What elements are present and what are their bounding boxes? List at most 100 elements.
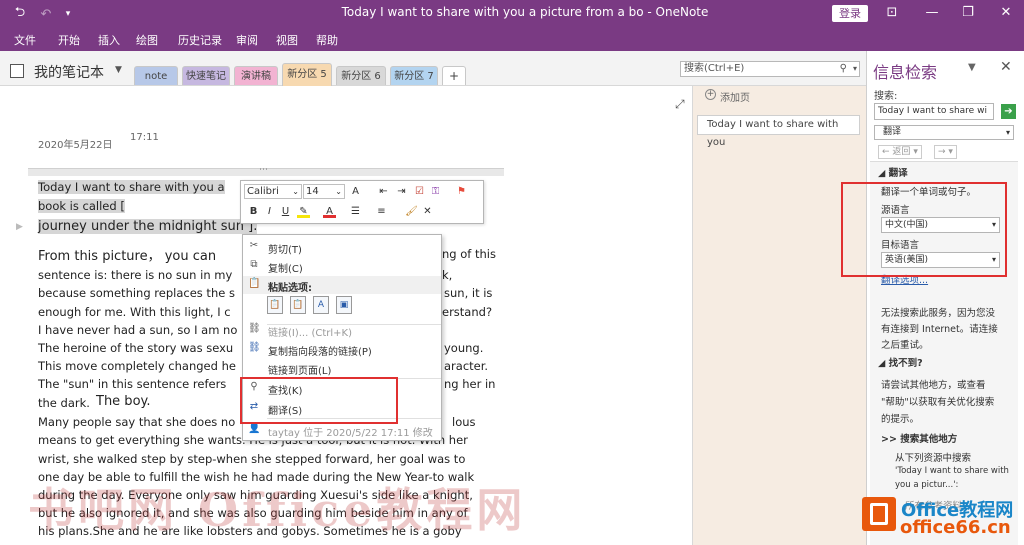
menu-history[interactable]: 历史记录 bbox=[178, 32, 222, 48]
search-icon[interactable]: ⚲ bbox=[840, 62, 847, 76]
notebook-icon[interactable] bbox=[10, 64, 24, 78]
search-other-places-link[interactable]: >> 搜索其他地方 bbox=[881, 431, 957, 445]
font-color-icon[interactable]: A bbox=[323, 205, 336, 218]
pane-options-icon[interactable]: ▼ bbox=[968, 62, 976, 73]
numbering-icon[interactable]: ≡ bbox=[375, 205, 388, 218]
menu-file[interactable]: 文件 bbox=[14, 32, 36, 48]
login-button[interactable]: 登录 bbox=[832, 5, 868, 22]
back-arrow-icon[interactable]: ⮌ bbox=[10, 4, 30, 24]
collapse-triangle-icon[interactable]: ◢ bbox=[878, 358, 885, 369]
research-service-select[interactable]: 翻译 ▾ bbox=[874, 125, 1014, 140]
text-line-tail[interactable]: aracter. bbox=[444, 359, 488, 373]
font-size-select[interactable]: 14 ⌄ bbox=[303, 184, 345, 199]
menu-item-copy[interactable]: ⧉ 复制(C) bbox=[243, 256, 441, 275]
section-tab-speech[interactable]: 演讲稿 bbox=[234, 66, 278, 85]
menu-item-label: 复制指向段落的链接(P) bbox=[268, 347, 372, 358]
paste-merge-format-icon[interactable]: 📋 bbox=[290, 296, 306, 314]
text-line[interactable]: The heroine of the story was sexu bbox=[38, 341, 233, 355]
research-go-icon[interactable]: ➔ bbox=[1001, 104, 1016, 119]
back-arrow-icon: ← bbox=[882, 147, 890, 157]
section-tab-quick-notes[interactable]: 快速笔记 bbox=[182, 66, 230, 85]
text-line[interactable]: sentence is: there is no sun in my bbox=[38, 268, 232, 282]
section-tab-new-7[interactable]: 新分区 7 bbox=[390, 66, 438, 85]
text-line[interactable]: I have never had a sun, so I am no bbox=[38, 323, 237, 337]
text-line[interactable]: Today I want to share with you a bbox=[38, 180, 225, 194]
clear-format-icon[interactable]: ✕ bbox=[421, 205, 434, 218]
notebook-name[interactable]: 我的笔记本 bbox=[34, 62, 104, 82]
close-window-icon[interactable]: ✕ bbox=[992, 3, 1020, 23]
increase-indent-icon[interactable]: ⇥ bbox=[395, 185, 408, 198]
menu-draw[interactable]: 绘图 bbox=[136, 32, 158, 48]
page-list-item[interactable]: Today I want to share with you bbox=[697, 115, 860, 148]
paragraph-marker-icon[interactable]: ▶ bbox=[16, 222, 24, 234]
close-icon[interactable]: ✕ bbox=[1000, 59, 1012, 75]
section-tab-new-5[interactable]: 新分区 5 bbox=[282, 63, 332, 86]
menu-view[interactable]: 视图 bbox=[276, 32, 298, 48]
menu-help[interactable]: 帮助 bbox=[316, 32, 338, 48]
font-name-select[interactable]: Calibri ⌄ bbox=[244, 184, 302, 199]
notebook-dropdown-icon[interactable]: ▼ bbox=[115, 65, 122, 75]
translate-section-title: ◢ 翻译 bbox=[878, 165, 908, 179]
italic-button[interactable]: I bbox=[263, 205, 276, 218]
text-line-tail[interactable]: erstand? bbox=[442, 305, 492, 319]
text-line-tail[interactable]: lous bbox=[452, 415, 476, 429]
menu-item-link-to-page[interactable]: 链接到页面(L) bbox=[243, 358, 441, 377]
bullets-icon[interactable]: ☰ bbox=[349, 205, 362, 218]
text-line-tail[interactable]: ng of this bbox=[442, 247, 496, 261]
text-line[interactable]: the dark. bbox=[38, 396, 90, 410]
text-line[interactable]: because something replaces the s bbox=[38, 286, 235, 300]
grow-font-icon[interactable]: A bbox=[349, 185, 362, 198]
paste-picture-icon[interactable]: ▣ bbox=[336, 296, 352, 314]
text-line[interactable]: From this picture， you can bbox=[38, 245, 216, 264]
quick-access-dropdown-icon[interactable]: ▾ bbox=[58, 4, 78, 24]
menu-item-link[interactable]: ⛓ 链接(I)... (Ctrl+K) bbox=[243, 320, 441, 339]
text-line[interactable]: wrist, she walked step by step-when she … bbox=[38, 452, 465, 466]
menu-review[interactable]: 审阅 bbox=[236, 32, 258, 48]
text-line[interactable]: The "sun" in this sentence refers bbox=[38, 377, 226, 391]
decrease-indent-icon[interactable]: ⇤ bbox=[377, 185, 390, 198]
text-line[interactable]: This move completely changed he bbox=[38, 359, 236, 373]
translate-section-label: 翻译 bbox=[888, 168, 908, 179]
section-tab-new-6[interactable]: 新分区 6 bbox=[336, 66, 386, 85]
paste-text-only-icon[interactable]: A bbox=[313, 296, 329, 314]
menu-item-cut[interactable]: ✂ 剪切(T) bbox=[243, 237, 441, 256]
error-line: 有连接到 Internet。请连接 bbox=[881, 324, 998, 335]
format-painter-icon[interactable]: 🖌 bbox=[405, 205, 418, 218]
add-page-button[interactable]: + 添加页 bbox=[697, 88, 862, 104]
text-line-tail[interactable]: young. bbox=[444, 341, 483, 355]
text-line-tail[interactable]: ng her in bbox=[444, 377, 495, 391]
menu-item-copy-paragraph-link[interactable]: ⛓ 复制指向段落的链接(P) bbox=[243, 339, 441, 358]
research-search-input[interactable]: Today I want to share wi bbox=[874, 103, 994, 120]
research-back-button[interactable]: ← 返回 ▾ bbox=[878, 145, 922, 159]
text-line[interactable]: Many people say that she does no bbox=[38, 415, 235, 429]
tags-icon[interactable]: ⚿ bbox=[429, 185, 442, 198]
highlight-icon[interactable]: ✎ bbox=[297, 205, 310, 218]
paste-keep-format-icon[interactable]: 📋 bbox=[267, 296, 283, 314]
text-line[interactable]: enough for me. With this light, I c bbox=[38, 305, 231, 319]
expand-icon[interactable]: ⤢ bbox=[675, 97, 685, 112]
collapse-triangle-icon[interactable]: ◢ bbox=[878, 168, 885, 179]
add-page-label: 添加页 bbox=[720, 93, 750, 104]
ribbon-display-icon[interactable]: ⊡ bbox=[878, 3, 906, 23]
section-tab-note[interactable]: note bbox=[134, 66, 178, 85]
research-forward-button[interactable]: → ▾ bbox=[934, 145, 957, 159]
bold-button[interactable]: B bbox=[247, 205, 260, 218]
drag-grip-icon[interactable]: ⋯ bbox=[259, 165, 268, 175]
menu-home[interactable]: 开始 bbox=[58, 32, 80, 48]
text-line-tail[interactable]: k, bbox=[442, 268, 452, 282]
todo-tag-icon[interactable]: ☑ bbox=[413, 185, 426, 198]
minimize-icon[interactable]: — bbox=[918, 3, 946, 23]
notebook-search-input[interactable]: 搜索(Ctrl+E) ⚲ ▾ bbox=[680, 61, 860, 77]
text-line-tail[interactable]: sun, it is bbox=[444, 286, 492, 300]
search-scope-dropdown-icon[interactable]: ▾ bbox=[853, 62, 857, 76]
text-line[interactable]: book is called [ bbox=[38, 199, 125, 213]
text-line[interactable]: journey under the midnight sun ]. bbox=[38, 219, 258, 234]
underline-button[interactable]: U bbox=[279, 205, 292, 218]
restore-icon[interactable]: ❐ bbox=[954, 3, 982, 23]
flag-icon[interactable]: ⚑ bbox=[455, 185, 468, 198]
menu-insert[interactable]: 插入 bbox=[98, 32, 120, 48]
add-section-button[interactable]: + bbox=[442, 66, 466, 85]
undo-icon[interactable]: ↶ bbox=[36, 4, 56, 24]
note-container-handle[interactable]: ⋯ bbox=[28, 165, 504, 176]
text-line-tail[interactable]: The boy. bbox=[96, 394, 151, 409]
